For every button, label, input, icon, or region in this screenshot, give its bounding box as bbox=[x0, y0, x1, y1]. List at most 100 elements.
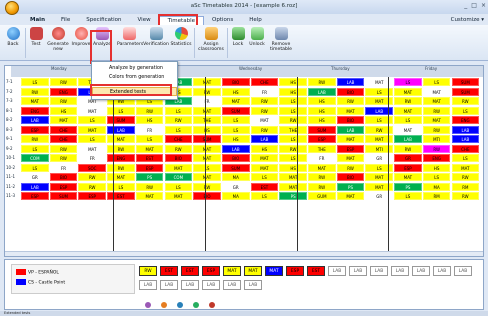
lesson-cell[interactable]: RW bbox=[308, 78, 336, 86]
lesson-cell[interactable]: CHE bbox=[49, 135, 78, 143]
lesson-card[interactable]: MAT bbox=[223, 266, 241, 276]
lesson-cell[interactable]: ESP bbox=[21, 192, 49, 200]
lesson-cell[interactable]: RW bbox=[107, 163, 135, 172]
lesson-cell[interactable]: LS bbox=[422, 173, 451, 181]
lesson-cell[interactable]: MAT bbox=[164, 192, 193, 200]
lesson-cell[interactable]: FR bbox=[49, 163, 78, 172]
lesson-cell[interactable]: MAT bbox=[422, 97, 451, 105]
lesson-cell[interactable]: LS bbox=[279, 135, 307, 143]
lesson-cell[interactable]: RW bbox=[279, 144, 307, 153]
lesson-cell[interactable]: LS bbox=[193, 163, 221, 172]
lesson-cell[interactable]: LS bbox=[221, 125, 250, 134]
lesson-cell[interactable]: PS bbox=[279, 192, 307, 200]
lesson-cell[interactable]: PS bbox=[394, 182, 422, 191]
lesson-cell[interactable]: ESP bbox=[336, 144, 365, 153]
lesson-cell[interactable]: ESP bbox=[21, 125, 49, 134]
lesson-cell[interactable]: HS bbox=[135, 116, 164, 124]
lesson-card[interactable]: LAB bbox=[454, 266, 472, 276]
lesson-cell[interactable]: LS bbox=[135, 135, 164, 143]
lesson-cell[interactable]: HS bbox=[221, 135, 250, 143]
lesson-cell[interactable]: LS bbox=[451, 154, 480, 162]
lesson-cell[interactable]: RW bbox=[451, 173, 480, 181]
lesson-cell[interactable]: ESP bbox=[394, 163, 422, 172]
lesson-cell[interactable]: RW bbox=[49, 97, 78, 105]
lesson-cell[interactable]: SUM bbox=[451, 78, 480, 86]
colors-from-generation-item[interactable]: Colors from generation bbox=[92, 73, 177, 82]
lesson-cell[interactable]: RW bbox=[250, 106, 279, 115]
lesson-card[interactable]: ESP bbox=[286, 266, 304, 276]
lesson-card[interactable]: LAB bbox=[328, 266, 346, 276]
lesson-cell[interactable]: LS bbox=[21, 163, 49, 172]
lesson-cell[interactable]: LS bbox=[250, 173, 279, 181]
lesson-cell[interactable]: MAT bbox=[422, 116, 451, 124]
lesson-cell[interactable]: HS bbox=[193, 125, 221, 134]
lesson-cell[interactable]: MAT bbox=[250, 116, 279, 124]
lesson-cell[interactable]: MAT bbox=[78, 125, 107, 134]
class-row-label[interactable]: 8-3 bbox=[6, 126, 13, 134]
lesson-cell[interactable]: ESP bbox=[49, 182, 78, 191]
lesson-cell[interactable]: HS bbox=[250, 144, 279, 153]
lesson-cell[interactable]: RW bbox=[135, 182, 164, 191]
lesson-cell[interactable]: BIO bbox=[336, 173, 365, 181]
lesson-cell[interactable]: RW bbox=[451, 97, 480, 105]
lesson-cell[interactable]: MAT bbox=[250, 163, 279, 172]
lesson-cell[interactable]: MAT bbox=[193, 173, 221, 181]
class-row-label[interactable]: 11-3 bbox=[6, 192, 15, 200]
lesson-cell[interactable]: CHE bbox=[49, 125, 78, 134]
lesson-cell[interactable]: LAB bbox=[336, 78, 365, 86]
lesson-cell[interactable]: FR bbox=[135, 125, 164, 134]
lesson-cell[interactable]: BIO bbox=[221, 78, 250, 86]
lesson-cell[interactable]: HS bbox=[422, 163, 451, 172]
lesson-cell[interactable]: FR bbox=[250, 87, 279, 96]
mini-icon[interactable] bbox=[193, 302, 199, 308]
lesson-cell[interactable]: SOC bbox=[78, 163, 107, 172]
lesson-cell[interactable]: RW bbox=[193, 182, 221, 191]
lesson-cell[interactable]: SUM bbox=[193, 135, 221, 143]
test-button[interactable]: Test bbox=[28, 27, 44, 47]
lesson-cell[interactable]: LAB bbox=[451, 135, 480, 143]
lesson-cell[interactable]: RW bbox=[422, 106, 451, 115]
remove-timetable-button[interactable]: Remove timetable bbox=[268, 27, 294, 52]
customize-menu[interactable]: Customize ▾ bbox=[451, 17, 484, 23]
lesson-cell[interactable]: LS bbox=[164, 106, 193, 115]
lesson-cell[interactable]: RM bbox=[422, 192, 451, 200]
lesson-cell[interactable]: ESP bbox=[78, 192, 107, 200]
lesson-cell[interactable]: PS bbox=[135, 173, 164, 181]
lesson-cell[interactable]: LS bbox=[422, 78, 451, 86]
lesson-cell[interactable]: MAT bbox=[308, 163, 336, 172]
lesson-cell[interactable]: RW bbox=[164, 144, 193, 153]
lesson-cell[interactable]: MAT bbox=[250, 154, 279, 162]
lesson-card[interactable]: LAB bbox=[160, 280, 178, 290]
lesson-cell[interactable]: SUM bbox=[451, 87, 480, 96]
class-row-label[interactable]: 10-1 bbox=[6, 154, 15, 162]
lesson-cell[interactable]: GR bbox=[221, 182, 250, 191]
menu-specification[interactable]: Specification bbox=[78, 16, 129, 25]
lesson-cell[interactable]: CHE bbox=[250, 78, 279, 86]
lesson-card[interactable]: MAT bbox=[265, 266, 283, 276]
lesson-cell[interactable]: MAT bbox=[193, 106, 221, 115]
lesson-cell[interactable]: BIO bbox=[49, 173, 78, 181]
maximize-button[interactable]: □ bbox=[471, 2, 477, 9]
lesson-cell[interactable]: BIO bbox=[193, 192, 221, 200]
lesson-card[interactable]: LAB bbox=[223, 280, 241, 290]
class-row-label[interactable]: 7-2 bbox=[6, 88, 13, 96]
lesson-cell[interactable]: LS bbox=[78, 116, 107, 124]
lesson-cell[interactable]: RW bbox=[336, 97, 365, 105]
lesson-cell[interactable]: MAT bbox=[193, 144, 221, 153]
lesson-cell[interactable]: BIO bbox=[336, 116, 365, 124]
lesson-card[interactable]: LAB bbox=[433, 266, 451, 276]
lesson-cell[interactable]: CHE bbox=[164, 135, 193, 143]
lesson-cell[interactable]: MAT bbox=[279, 173, 307, 181]
lesson-cell[interactable]: RW bbox=[308, 173, 336, 181]
lesson-card[interactable]: LAB bbox=[181, 280, 199, 290]
lesson-cell[interactable]: LAB bbox=[308, 87, 336, 96]
lesson-cell[interactable]: LS bbox=[394, 192, 422, 200]
lesson-cell[interactable]: MAT bbox=[422, 87, 451, 96]
lesson-cell[interactable]: HS bbox=[308, 97, 336, 105]
lesson-card[interactable]: LAB bbox=[370, 266, 388, 276]
lesson-cell[interactable]: SUM bbox=[221, 106, 250, 115]
lesson-cell[interactable]: MAT bbox=[451, 163, 480, 172]
lesson-cell[interactable]: THE bbox=[279, 125, 307, 134]
lesson-cell[interactable]: RW bbox=[49, 78, 78, 86]
parameters-button[interactable]: Parameters bbox=[117, 27, 143, 47]
